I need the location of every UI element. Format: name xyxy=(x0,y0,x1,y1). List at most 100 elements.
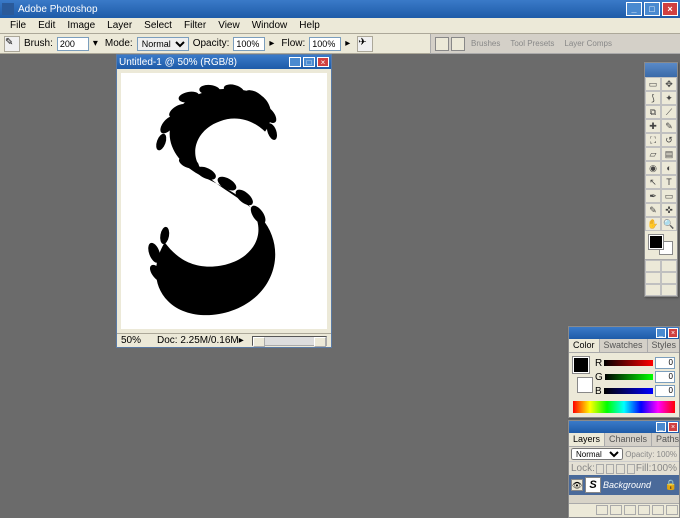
menu-filter[interactable]: Filter xyxy=(178,20,212,31)
brush-tool-icon[interactable]: ✎ xyxy=(4,36,20,52)
color-panel-minimize-button[interactable]: _ xyxy=(656,328,666,338)
lock-pixels-icon[interactable] xyxy=(606,464,614,474)
menu-edit[interactable]: Edit xyxy=(32,20,61,31)
layer-visibility-icon[interactable]: 👁 xyxy=(571,479,583,491)
foreground-color-swatch[interactable] xyxy=(649,235,663,249)
color-panel-close-button[interactable]: × xyxy=(668,328,678,338)
menu-layer[interactable]: Layer xyxy=(101,20,138,31)
blur-tool-icon[interactable]: ◉ xyxy=(645,161,661,175)
document-window[interactable]: Untitled-1 @ 50% (RGB/8) _ □ × xyxy=(116,54,332,348)
palette-tab-layer-comps[interactable]: Layer Comps xyxy=(560,39,616,48)
fill-value[interactable]: 100% xyxy=(651,463,677,474)
layer-row[interactable]: 👁 Background 🔒 xyxy=(569,475,679,495)
layer-name[interactable]: Background xyxy=(603,480,651,490)
standard-mode-icon[interactable] xyxy=(645,260,661,272)
file-browser-button[interactable] xyxy=(435,37,449,51)
pen-tool-icon[interactable]: ✒ xyxy=(645,189,661,203)
r-slider[interactable] xyxy=(604,360,653,366)
g-slider[interactable] xyxy=(605,374,653,380)
shape-tool-icon[interactable]: ▭ xyxy=(661,189,677,203)
menu-help[interactable]: Help xyxy=(293,20,326,31)
document-close-button[interactable]: × xyxy=(317,57,329,67)
color-fg-swatch[interactable] xyxy=(573,357,589,373)
window-minimize-button[interactable]: _ xyxy=(626,2,642,16)
r-value[interactable]: 0 xyxy=(655,357,675,369)
tab-channels[interactable]: Channels xyxy=(605,433,652,446)
quickmask-mode-icon[interactable] xyxy=(661,260,677,272)
layer-mask-button[interactable] xyxy=(610,505,622,515)
layer-opacity-value[interactable]: 100% xyxy=(657,450,677,459)
slice-tool-icon[interactable]: ⟋ xyxy=(661,105,677,119)
g-value[interactable]: 0 xyxy=(655,371,675,383)
history-brush-icon[interactable]: ↺ xyxy=(661,133,677,147)
tab-swatches[interactable]: Swatches xyxy=(600,339,648,352)
window-maximize-button[interactable]: □ xyxy=(644,2,660,16)
hand-tool-icon[interactable]: ✋ xyxy=(645,217,661,231)
window-close-button[interactable]: × xyxy=(662,2,678,16)
new-layer-button[interactable] xyxy=(652,505,664,515)
eyedropper-tool-icon[interactable]: ✜ xyxy=(661,203,677,217)
toolbox-header[interactable] xyxy=(645,63,677,77)
layer-set-button[interactable] xyxy=(624,505,636,515)
crop-tool-icon[interactable]: ⧉ xyxy=(645,105,661,119)
marquee-tool-icon[interactable]: ▭ xyxy=(645,77,661,91)
document-maximize-button[interactable]: □ xyxy=(303,57,315,67)
tab-styles[interactable]: Styles xyxy=(648,339,680,352)
tab-color[interactable]: Color xyxy=(569,339,600,352)
document-info[interactable]: Doc: 2.25M/0.16M xyxy=(157,335,239,346)
color-bg-swatch[interactable] xyxy=(577,377,593,393)
document-info-dropdown-icon[interactable]: ▸ xyxy=(239,335,244,346)
adjustment-layer-button[interactable] xyxy=(638,505,650,515)
layers-panel-minimize-button[interactable]: _ xyxy=(656,422,666,432)
horizontal-scrollbar[interactable] xyxy=(252,336,327,346)
brush-size-field[interactable]: 200 xyxy=(57,37,89,51)
brush-tool-icon[interactable]: ✎ xyxy=(661,119,677,133)
lasso-tool-icon[interactable]: ⟆ xyxy=(645,91,661,105)
lock-transparency-icon[interactable] xyxy=(596,464,604,474)
heal-tool-icon[interactable]: ✚ xyxy=(645,119,661,133)
screen-standard-icon[interactable] xyxy=(645,272,661,284)
zoom-level[interactable]: 50% xyxy=(121,335,157,346)
lock-all-icon[interactable] xyxy=(627,464,635,474)
toolbox[interactable]: ▭ ✥ ⟆ ✦ ⧉ ⟋ ✚ ✎ ⛶ ↺ ▱ ▤ ◉ ◐ ↖ T ✒ ▭ ✎ ✜ … xyxy=(644,62,678,297)
path-select-icon[interactable]: ↖ xyxy=(645,175,661,189)
layers-panel[interactable]: _ × Layers Channels Paths Normal Opacity… xyxy=(568,420,680,518)
palette-tab-brushes[interactable]: Brushes xyxy=(467,39,504,48)
airbrush-toggle-icon[interactable]: ✈ xyxy=(357,36,373,52)
b-slider[interactable] xyxy=(604,388,653,394)
menu-window[interactable]: Window xyxy=(246,20,294,31)
imageready-jump-icon[interactable] xyxy=(661,284,677,296)
layer-thumbnail[interactable] xyxy=(585,477,601,493)
palette-tab-tool-presets[interactable]: Tool Presets xyxy=(506,39,558,48)
b-value[interactable]: 0 xyxy=(655,385,675,397)
delete-layer-button[interactable] xyxy=(666,505,678,515)
wand-tool-icon[interactable]: ✦ xyxy=(661,91,677,105)
document-minimize-button[interactable]: _ xyxy=(289,57,301,67)
layer-style-button[interactable] xyxy=(596,505,608,515)
type-tool-icon[interactable]: T xyxy=(661,175,677,189)
layer-blend-mode-select[interactable]: Normal xyxy=(571,448,623,460)
flow-field[interactable]: 100% xyxy=(309,37,341,51)
zoom-tool-icon[interactable]: 🔍 xyxy=(661,217,677,231)
lock-position-icon[interactable] xyxy=(616,464,624,474)
tab-layers[interactable]: Layers xyxy=(569,433,605,446)
menu-file[interactable]: File xyxy=(4,20,32,31)
blend-mode-select[interactable]: Normal xyxy=(137,37,189,51)
dodge-tool-icon[interactable]: ◐ xyxy=(661,161,677,175)
notes-tool-icon[interactable]: ✎ xyxy=(645,203,661,217)
palette-well-toggle[interactable] xyxy=(451,37,465,51)
layers-panel-close-button[interactable]: × xyxy=(668,422,678,432)
color-panel[interactable]: _ × Color Swatches Styles R xyxy=(568,326,680,418)
gradient-tool-icon[interactable]: ▤ xyxy=(661,147,677,161)
screen-full-menu-icon[interactable] xyxy=(661,272,677,284)
opacity-field[interactable]: 100% xyxy=(233,37,265,51)
brush-preset-dropdown-icon[interactable]: ▾ xyxy=(93,38,101,49)
tab-paths[interactable]: Paths xyxy=(652,433,680,446)
canvas[interactable] xyxy=(121,73,327,329)
eraser-tool-icon[interactable]: ▱ xyxy=(645,147,661,161)
document-titlebar[interactable]: Untitled-1 @ 50% (RGB/8) _ □ × xyxy=(117,55,331,69)
move-tool-icon[interactable]: ✥ xyxy=(661,77,677,91)
stamp-tool-icon[interactable]: ⛶ xyxy=(645,133,661,147)
color-ramp[interactable] xyxy=(573,401,675,413)
flow-dropdown-icon[interactable]: ▸ xyxy=(345,38,353,49)
